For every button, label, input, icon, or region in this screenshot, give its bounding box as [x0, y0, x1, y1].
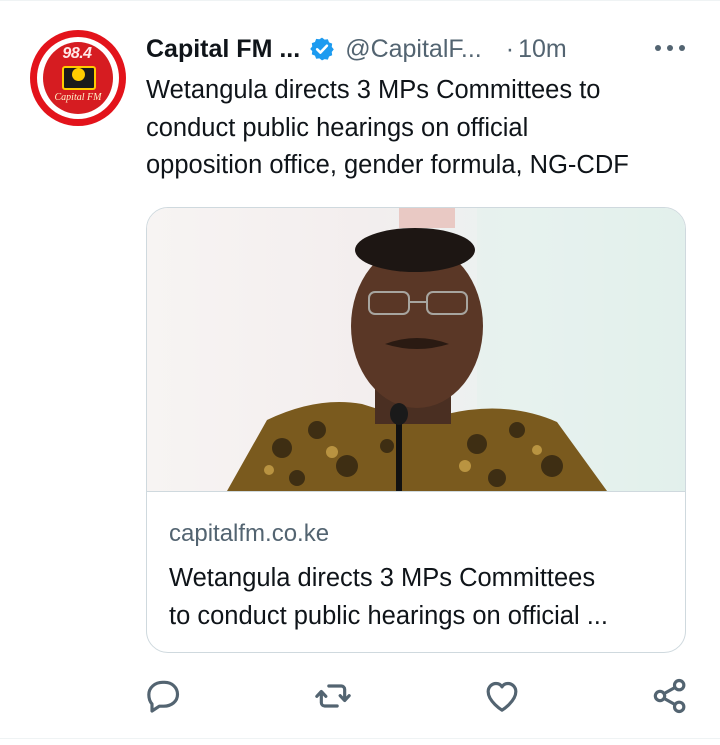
card-image[interactable]: [147, 208, 685, 491]
verified-badge-icon: [310, 37, 334, 61]
card-title-line: Wetangula directs 3 MPs Committees: [169, 564, 596, 592]
card-title-line: to conduct public hearings on official .…: [169, 601, 608, 630]
time-separator: ·: [505, 34, 515, 63]
tweet-text-line: conduct public hearings on official: [146, 113, 529, 142]
avatar-logo-dot: [72, 68, 85, 81]
link-preview-card[interactable]: capitalfm.co.ke Wetangula directs 3 MPs …: [146, 207, 686, 653]
top-divider: [0, 0, 720, 1]
card-image-photo: [227, 208, 685, 491]
card-divider: [147, 491, 685, 492]
bottom-divider: [0, 738, 720, 739]
tweet-text-line: Wetangula directs 3 MPs Committees to: [146, 76, 601, 104]
more-options-icon[interactable]: [652, 36, 688, 60]
tweet-timestamp[interactable]: 10m: [518, 35, 567, 64]
card-domain: capitalfm.co.ke: [169, 520, 330, 547]
tweet-text-line: opposition office, gender formula, NG-CD…: [146, 151, 629, 179]
like-icon[interactable]: [482, 676, 522, 716]
avatar-frequency: 98.4: [62, 45, 92, 62]
retweet-icon[interactable]: [313, 676, 353, 716]
author-name[interactable]: Capital FM ...: [146, 35, 300, 64]
reply-icon[interactable]: [143, 676, 183, 716]
tweet-text: Wetangula directs 3 MPs Committees to co…: [146, 72, 706, 185]
share-icon[interactable]: [650, 676, 690, 716]
card-title: Wetangula directs 3 MPs Committees to co…: [169, 560, 669, 635]
tweet-header: Capital FM ... @CapitalF... · 10m: [146, 30, 567, 68]
avatar-brand-text: Capital FM: [54, 92, 102, 103]
author-handle[interactable]: @CapitalF...: [345, 35, 482, 64]
author-avatar[interactable]: 98.4 Capital FM: [30, 30, 126, 126]
